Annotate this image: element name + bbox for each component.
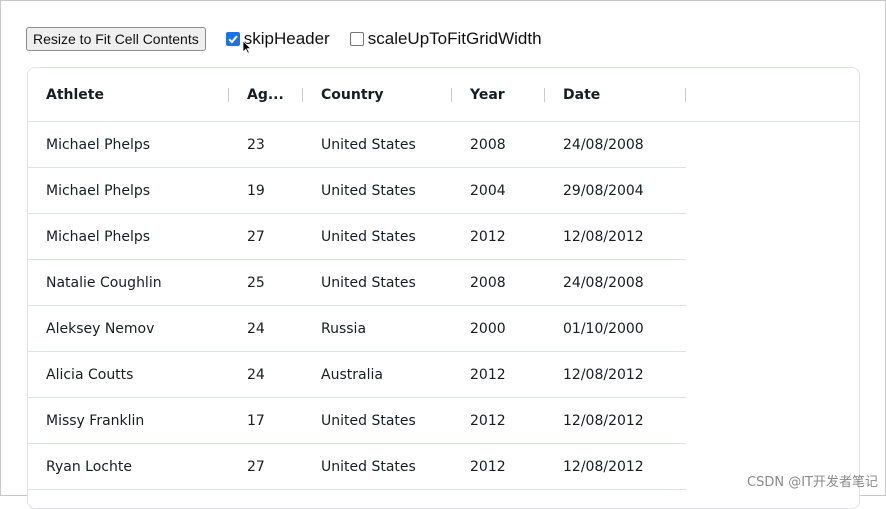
cell-age[interactable]: 27	[229, 214, 303, 259]
table-row[interactable]: Natalie Coughlin 25 United States 2008 24/08…	[28, 260, 686, 306]
checkmark-icon	[228, 35, 238, 44]
cell-date[interactable]: 29/08/2004	[545, 168, 686, 213]
scale-up-label: scaleUpToFitGridWidth	[367, 29, 542, 48]
cell-country[interactable]: Australia	[303, 352, 452, 397]
cell-age[interactable]: 25	[229, 260, 303, 305]
cell-age[interactable]: 24	[229, 306, 303, 351]
cell-year[interactable]: 2008	[452, 260, 545, 305]
cell-year[interactable]: 2004	[452, 168, 545, 213]
cell-age[interactable]: 23	[229, 122, 303, 167]
table-row[interactable]: Michael Phelps 23 United States 2008 24/08/2…	[28, 122, 686, 168]
toolbar: Resize to Fit Cell Contents skipHeader s…	[26, 26, 542, 52]
cell-athlete[interactable]: Alicia Coutts	[28, 352, 229, 397]
cell-date[interactable]: 24/08/2008	[545, 122, 686, 167]
skip-header-checkbox[interactable]	[225, 32, 240, 46]
cell-date[interactable]: 12/08/2012	[545, 444, 686, 489]
table-row[interactable]: Michael Phelps 19 United States 2004 29/08/2…	[28, 168, 686, 214]
cell-year[interactable]: 2008	[452, 122, 545, 167]
cell-country[interactable]: United States	[303, 444, 452, 489]
cell-date[interactable]: 12/08/2012	[545, 398, 686, 443]
cell-athlete[interactable]: Aleksey Nemov	[28, 306, 229, 351]
cell-athlete[interactable]: Michael Phelps	[28, 122, 229, 167]
skip-header-label: skipHeader	[243, 29, 330, 48]
cell-year[interactable]: 2012	[452, 398, 545, 443]
cell-country[interactable]: United States	[303, 398, 452, 443]
cell-athlete[interactable]: Michael Phelps	[28, 168, 229, 213]
table-row[interactable]: Missy Franklin 17 United States 2012 12/08/2…	[28, 398, 686, 444]
watermark: CSDN @IT开发者笔记	[747, 475, 878, 490]
cell-year[interactable]: 2012	[452, 444, 545, 489]
resize-to-fit-button[interactable]: Resize to Fit Cell Contents	[26, 27, 206, 51]
data-grid: Athlete Ag... Country Year Date Michael …	[27, 67, 860, 509]
table-row[interactable]: Aleksey Nemov 24 Russia 2000 01/10/2000	[28, 306, 686, 352]
cell-age[interactable]: 24	[229, 352, 303, 397]
cell-country[interactable]: United States	[303, 214, 452, 259]
cell-country[interactable]: United States	[303, 122, 452, 167]
cell-age[interactable]: 19	[229, 168, 303, 213]
cell-date[interactable]: 12/08/2012	[545, 352, 686, 397]
cell-athlete[interactable]: Ryan Lochte	[28, 444, 229, 489]
column-resize-handle[interactable]	[685, 88, 686, 102]
cell-athlete[interactable]: Michael Phelps	[28, 214, 229, 259]
cell-country[interactable]: United States	[303, 260, 452, 305]
cell-age[interactable]: 17	[229, 398, 303, 443]
column-header-year[interactable]: Year	[452, 68, 545, 121]
column-header-athlete[interactable]: Athlete	[28, 68, 229, 121]
cell-athlete[interactable]: Natalie Coughlin	[28, 260, 229, 305]
scale-up-option[interactable]: scaleUpToFitGridWidth	[349, 29, 542, 49]
cell-year[interactable]: 2012	[452, 352, 545, 397]
table-row[interactable]: Ryan Lochte 27 United States 2012 12/08/2012	[28, 444, 686, 490]
column-header-date[interactable]: Date	[545, 68, 686, 121]
grid-header: Athlete Ag... Country Year Date	[28, 68, 859, 122]
table-row[interactable]: Michael Phelps 27 United States 2012 12/08/2…	[28, 214, 686, 260]
cell-country[interactable]: Russia	[303, 306, 452, 351]
scale-up-checkbox[interactable]	[349, 32, 364, 46]
cell-athlete[interactable]: Missy Franklin	[28, 398, 229, 443]
cell-date[interactable]: 12/08/2012	[545, 214, 686, 259]
cell-year[interactable]: 2000	[452, 306, 545, 351]
cell-date[interactable]: 01/10/2000	[545, 306, 686, 351]
mouse-pointer-icon	[242, 40, 252, 54]
cell-country[interactable]: United States	[303, 168, 452, 213]
column-header-country[interactable]: Country	[303, 68, 452, 121]
table-row[interactable]: Alicia Coutts 24 Australia 2012 12/08/2012	[28, 352, 686, 398]
column-header-age[interactable]: Ag...	[229, 68, 303, 121]
cell-date[interactable]: 24/08/2008	[545, 260, 686, 305]
cell-age[interactable]: 27	[229, 444, 303, 489]
cell-year[interactable]: 2012	[452, 214, 545, 259]
